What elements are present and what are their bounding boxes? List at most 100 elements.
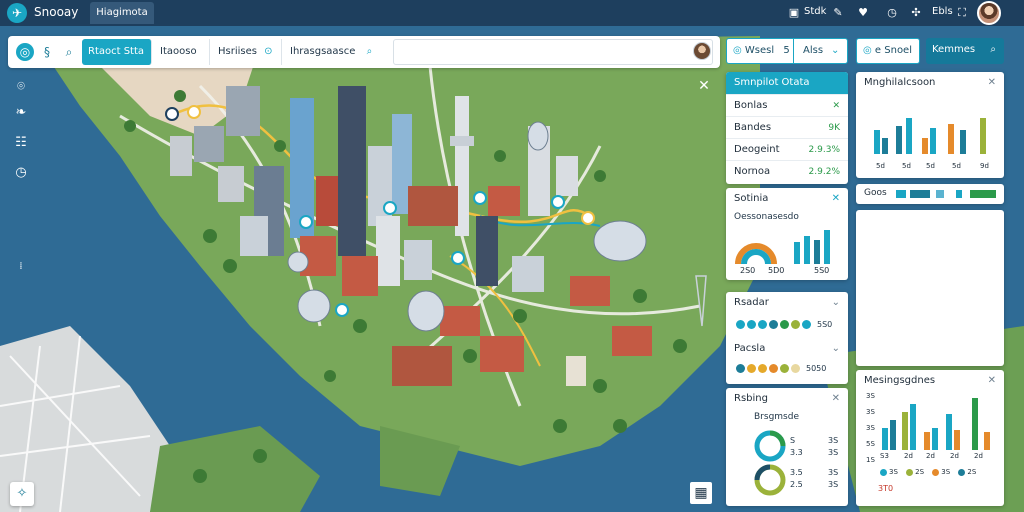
bar [906, 118, 912, 154]
top-text-2: Ebls [932, 6, 953, 17]
stat-row[interactable]: Nornoa 2.9.2% [726, 160, 848, 182]
gauge-arc-inner [741, 249, 771, 265]
metrics-button[interactable]: Kemmes ⌕ [926, 38, 1004, 64]
view-selector[interactable]: ◎ Wsesl 5 Alss ⌄ [726, 38, 848, 64]
legend-label: 2S [967, 468, 977, 476]
month-label: 9d [980, 162, 989, 170]
month-label: 5d [902, 162, 911, 170]
bar [948, 124, 954, 154]
stat-row[interactable]: Bonlas ✕ [726, 94, 848, 116]
bar [946, 414, 952, 450]
send-icon: ◎ [863, 45, 872, 56]
profile-thumb-icon[interactable]: ▣ [786, 5, 802, 21]
search-toolbar: ◎ § ⌕ Rtaoct Stta Itaooso Hsriises ⊙ Ihr… [8, 36, 720, 68]
send-button[interactable]: ◎ e Snoel [856, 38, 920, 64]
send-label: e Snoel [874, 45, 912, 56]
share-icon[interactable]: ✣ [908, 5, 924, 21]
bar [984, 432, 990, 450]
dot [769, 364, 778, 373]
bar [874, 130, 880, 154]
tab-rtaoct-stta[interactable]: Rtaoct Stta [82, 39, 152, 65]
locate-button[interactable]: ✧ [10, 482, 34, 506]
layers-icon[interactable]: ⌾ [12, 78, 30, 96]
donut-value: 3.3 [790, 448, 803, 457]
donut-value: 3.5 [790, 468, 803, 477]
close-icon[interactable]: ✕ [832, 188, 840, 210]
filter-icon[interactable]: ☷ [12, 134, 30, 152]
top-bar: ✈ Snooay Hiagimota ▣ Stdk ✎ ♥ ◷ ✣ Ebls ⛶ [0, 0, 1024, 26]
dot [791, 320, 800, 329]
dot [769, 320, 778, 329]
dot [802, 320, 811, 329]
user-avatar[interactable] [977, 1, 1001, 25]
search-icon[interactable]: ⌕ [60, 43, 78, 61]
bar [804, 236, 810, 264]
app-logo-icon[interactable]: ✈ [7, 3, 27, 23]
bar [960, 130, 966, 154]
alss-label: Alss [803, 45, 824, 56]
edit-icon[interactable]: ✎ [830, 5, 846, 21]
dot [791, 364, 800, 373]
bar [910, 404, 916, 450]
bar [902, 412, 908, 450]
bar [814, 240, 820, 264]
donut-value: S [790, 436, 796, 445]
close-icon[interactable]: ✕ [832, 95, 840, 117]
heart-icon[interactable]: ♥ [855, 5, 871, 21]
view-selector-icon: ◎ [733, 45, 742, 56]
x-label: 2d [974, 452, 983, 460]
stat-row[interactable]: Deogeint 2.9.3% [726, 138, 848, 160]
monthly-chart [874, 118, 986, 154]
chevron-down-icon[interactable]: ⌄ [832, 338, 840, 360]
legend-label: 2S [915, 468, 925, 476]
close-icon[interactable]: ✕ [832, 388, 840, 410]
bar [896, 126, 902, 154]
search-input[interactable] [393, 39, 713, 65]
close-icon[interactable]: ✕ [988, 370, 996, 392]
clock-icon[interactable]: ◷ [884, 5, 900, 21]
pacsla-dots: 5050 [736, 364, 826, 373]
legend-label: 3S [889, 468, 898, 476]
stat-label: Nornoa [734, 166, 771, 177]
bar [882, 138, 888, 154]
app-home-icon[interactable]: ◎ [16, 43, 34, 61]
tab-ihrasgsaasce[interactable]: Ihrasgsaasce ⌕ [284, 39, 384, 65]
sotinia-panel-header: Sotinia ✕ [726, 188, 848, 210]
dot [758, 320, 767, 329]
leaf-icon[interactable]: ❧ [12, 104, 30, 122]
tab-hsriises[interactable]: Hsriises ⊙ [212, 39, 282, 65]
stats-panel: Smnpilot Otata Bonlas ✕ Bandes 9K Deogeint… [726, 72, 848, 184]
tab-active[interactable]: Hiagimota [90, 2, 154, 24]
clock-icon[interactable]: ◷ [12, 164, 30, 182]
donut-value: 3S [828, 468, 839, 477]
legend-label: 3S [941, 468, 951, 476]
month-label: 5d [876, 162, 885, 170]
bar [794, 242, 800, 264]
chevron-down-icon[interactable]: ⌄ [832, 292, 840, 314]
tab-itaooso[interactable]: Itaooso [154, 39, 210, 65]
qr-code-icon[interactable]: ▦ [690, 482, 712, 504]
stat-value: 9K [828, 123, 840, 133]
rsbing-subtitle: Brsgmsde [754, 412, 799, 422]
monthly-header: Mnghilalcsoon ✕ [856, 72, 1004, 94]
app-title: Snooay [34, 5, 79, 19]
legend-swatch [910, 190, 930, 198]
fullscreen-icon[interactable]: ⛶ [954, 5, 970, 21]
map-close-icon[interactable]: ✕ [696, 78, 712, 94]
x-label: S3 [880, 452, 889, 460]
dot [780, 364, 789, 373]
donut-segment [769, 430, 786, 447]
stats-panel-title: Smnpilot Otata [726, 72, 848, 94]
view-selector-label: Wsesl [744, 45, 775, 56]
stat-label: Bandes [734, 122, 772, 133]
donut-value: 3S [828, 436, 839, 445]
share-link-icon[interactable]: § [38, 43, 56, 61]
search-user-avatar[interactable] [693, 42, 711, 60]
donut-segment [754, 464, 771, 481]
bar [890, 420, 896, 450]
close-icon[interactable]: ✕ [988, 72, 996, 94]
legend-row: 3S 2S 3S 2S [880, 468, 976, 476]
x-label: 2d [950, 452, 959, 460]
rsadar-dots: 5S0 [736, 320, 832, 329]
stat-row[interactable]: Bandes 9K [726, 116, 848, 138]
